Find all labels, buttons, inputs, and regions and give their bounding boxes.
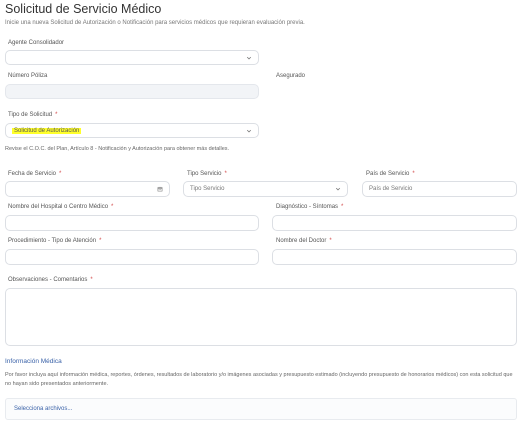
tipo-solicitud-select[interactable]: Solicitud de Autorización xyxy=(5,123,259,138)
tipo-solicitud-label: Tipo de Solicitud * xyxy=(8,112,58,118)
file-upload[interactable]: Selecciona archivos... xyxy=(5,398,517,420)
page-title: Solicitud de Servicio Médico xyxy=(5,2,162,16)
doctor-label: Nombre del Doctor * xyxy=(276,238,332,244)
poliza-input[interactable] xyxy=(5,84,259,99)
observaciones-textarea[interactable] xyxy=(5,288,517,346)
diagnostico-input[interactable] xyxy=(272,215,517,231)
info-section-title: Información Médica xyxy=(5,358,62,365)
chevron-down-icon xyxy=(335,187,341,191)
chevron-down-icon xyxy=(246,56,252,59)
coc-note: Revise el C.O.C. del Plan, Artículo 8 - … xyxy=(5,146,230,152)
poliza-label: Número Póliza xyxy=(8,73,48,79)
diagnostico-label: Diagnóstico - Síntomas * xyxy=(276,204,344,210)
tipo-servicio-select[interactable]: Tipo Servicio xyxy=(183,181,348,197)
tipo-servicio-label: Tipo Servicio * xyxy=(187,171,227,177)
page-subtitle: Inicie una nueva Solicitud de Autorizaci… xyxy=(5,20,305,26)
info-description: Por favor incluya aquí información médic… xyxy=(5,372,513,387)
tipo-solicitud-value: Solicitud de Autorización xyxy=(12,127,82,134)
pais-label: País de Servicio * xyxy=(366,171,415,177)
procedimiento-input[interactable] xyxy=(5,249,259,265)
asegurado-label: Asegurado xyxy=(276,73,306,79)
agente-select[interactable] xyxy=(5,50,259,65)
observaciones-label: Observaciones - Comentarios * xyxy=(8,277,93,283)
hospital-label: Nombre del Hospital o Centro Médico * xyxy=(8,204,114,210)
procedimiento-label: Procedimiento - Tipo de Atención * xyxy=(8,238,102,244)
chevron-down-icon xyxy=(246,129,252,132)
select-files-label[interactable]: Selecciona archivos... xyxy=(14,406,72,412)
agente-label: Agente Consolidador xyxy=(8,40,65,46)
doctor-input[interactable] xyxy=(272,249,517,265)
pais-input[interactable]: País de Servicio xyxy=(362,181,517,197)
fecha-label: Fecha de Servicio * xyxy=(8,171,62,177)
fecha-input[interactable] xyxy=(5,181,170,197)
calendar-icon[interactable] xyxy=(157,186,163,192)
hospital-input[interactable] xyxy=(5,215,259,231)
